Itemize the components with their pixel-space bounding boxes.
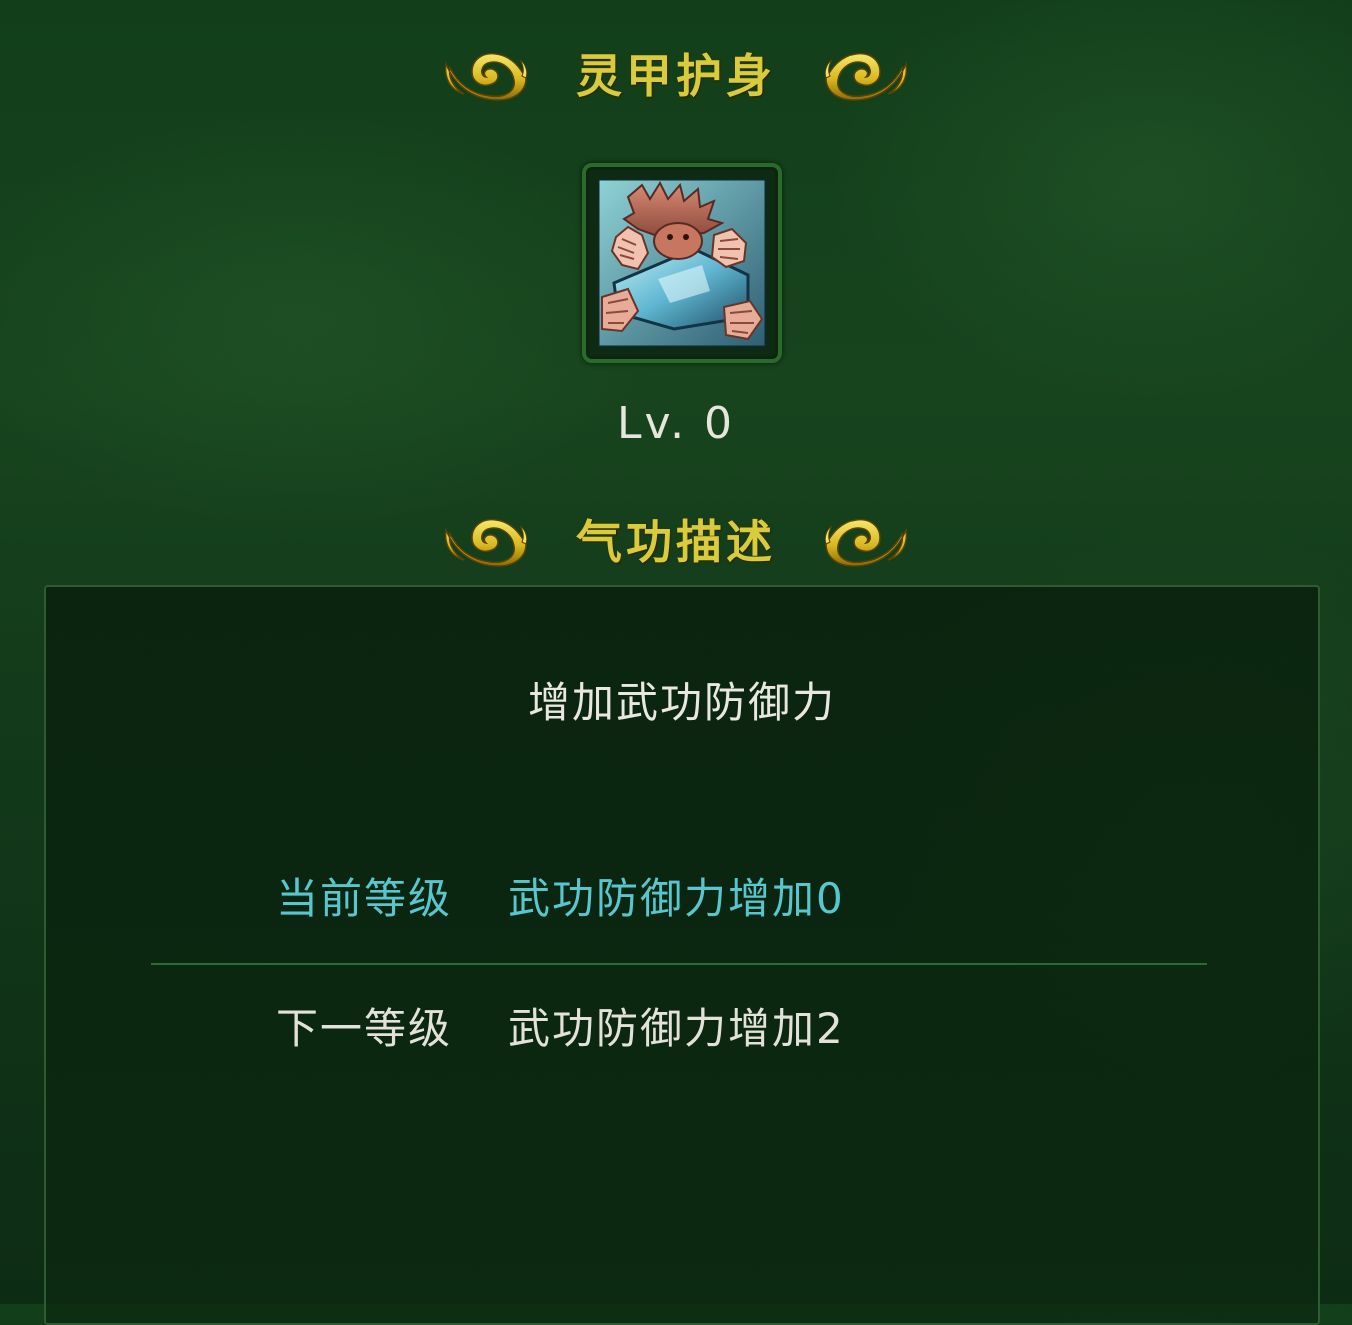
golden-cloud-swirl-icon [822, 510, 910, 568]
description-panel[interactable]: 增加武功防御力 当前等级 武功防御力增加0 下一等级 武功防御力增加2 [44, 585, 1320, 1325]
description-text: 增加武功防御力 [527, 678, 836, 727]
current-level-label: 当前等级 [276, 874, 453, 923]
next-level-label: 下一等级 [276, 1004, 453, 1053]
next-level-value: 武功防御力增加2 [508, 1004, 845, 1053]
skill-title-row: 灵甲护身 [0, 28, 1352, 118]
skill-iron-palm-guard-icon [596, 177, 768, 349]
section-title: 气功描述 [576, 515, 776, 569]
skill-level: Lv. 0 [616, 398, 736, 449]
next-level-row: 下一等级 武功防御力增加2 [276, 995, 845, 1056]
golden-cloud-swirl-icon [442, 44, 530, 102]
golden-cloud-swirl-icon [442, 510, 530, 568]
description-title-row: 气功描述 [0, 494, 1352, 584]
skill-icon-slot[interactable] [582, 163, 782, 363]
skill-name: 灵甲护身 [576, 49, 776, 103]
golden-cloud-swirl-icon [822, 44, 910, 102]
current-level-value: 武功防御力增加0 [508, 874, 845, 923]
current-level-row: 当前等级 武功防御力增加0 [276, 865, 845, 926]
divider [151, 963, 1207, 965]
